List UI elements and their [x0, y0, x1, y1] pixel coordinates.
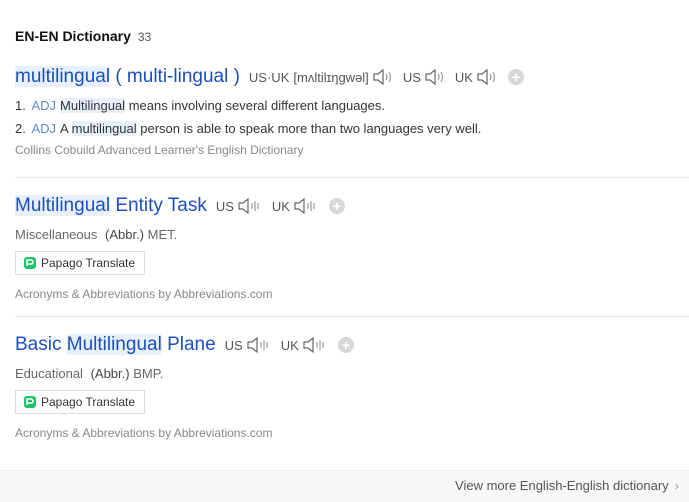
dictionary-entry-multilingual: multilingual ( multi-lingual ) US·UK [mʌ…	[15, 63, 689, 157]
papago-button-row: Papago Translate	[15, 390, 689, 416]
divider	[15, 316, 689, 317]
category-line: Miscellaneous (Abbr.) MET.	[15, 227, 689, 242]
pron-label: US	[215, 198, 234, 214]
papago-label: Papago Translate	[41, 395, 136, 409]
speaker-icon[interactable]	[237, 197, 263, 215]
pron-label: US·UK	[248, 69, 290, 85]
headword-link[interactable]: Basic Multilingual Plane	[15, 334, 216, 356]
add-to-wordbook-icon[interactable]: +	[337, 337, 354, 353]
category-label: Miscellaneous	[15, 227, 98, 242]
add-to-wordbook-icon[interactable]: +	[507, 69, 524, 85]
view-more-link[interactable]: View more English-English dictionary ›	[455, 478, 679, 493]
part-of-speech: ADJ	[31, 121, 57, 136]
dictionary-source: Acronyms & Abbreviations by Abbreviation…	[15, 426, 273, 440]
pron-label: US	[224, 337, 243, 353]
pron-label: US	[402, 69, 421, 85]
entry-header: multilingual ( multi-lingual ) US·UK [mʌ…	[15, 63, 689, 91]
speaker-icon[interactable]	[372, 68, 394, 86]
headword-link[interactable]: Multilingual Entity Task	[15, 195, 207, 217]
section-title: EN-EN Dictionary 33	[15, 28, 151, 44]
pronunciation-us: US	[403, 68, 446, 86]
dictionary-source: Acronyms & Abbreviations by Abbreviation…	[15, 287, 273, 301]
divider	[15, 177, 689, 178]
abbr-value: BMP.	[133, 366, 164, 381]
speaker-icon[interactable]	[424, 68, 446, 86]
abbr-value: MET.	[147, 227, 178, 242]
pron-label: UK	[454, 69, 473, 85]
speaker-icon[interactable]	[293, 197, 319, 215]
add-to-wordbook-icon[interactable]: +	[328, 198, 345, 214]
headword-link[interactable]: multilingual ( multi-lingual )	[15, 66, 240, 88]
chevron-right-icon: ›	[674, 478, 679, 493]
pronunciation-uk: UK	[281, 336, 328, 354]
dictionary-entry-multilingual-entity-task: Multilingual Entity Task US UK + Miscell…	[15, 192, 689, 301]
sense-item: 1. ADJ Multilingual means involving sever…	[15, 98, 385, 113]
speaker-icon[interactable]	[302, 336, 328, 354]
papago-label: Papago Translate	[41, 256, 136, 270]
sense-list: 1. ADJ Multilingual means involving sever…	[15, 94, 689, 140]
papago-icon	[24, 257, 36, 269]
section-title-text: EN-EN Dictionary	[15, 28, 131, 44]
dictionary-entry-basic-multilingual-plane: Basic Multilingual Plane US UK + Educati…	[15, 331, 689, 440]
part-of-speech: ADJ	[31, 98, 57, 113]
result-count: 33	[137, 30, 152, 44]
speaker-icon[interactable]	[476, 68, 498, 86]
entry-header: Basic Multilingual Plane US UK +	[15, 331, 689, 359]
pron-label: UK	[271, 198, 290, 214]
category-label: Educational	[15, 366, 83, 381]
category-line: Educational (Abbr.) BMP.	[15, 366, 689, 381]
papago-translate-button[interactable]: Papago Translate	[15, 251, 146, 275]
papago-icon	[24, 396, 36, 408]
abbr-label: (Abbr.)	[90, 366, 130, 381]
papago-button-row: Papago Translate	[15, 251, 689, 277]
view-more-bar: View more English-English dictionary ›	[0, 470, 689, 502]
pronunciation-us-uk: US·UK [mʌltilɪŋgwəl]	[249, 68, 394, 86]
dictionary-source: Collins Cobuild Advanced Learner's Engli…	[15, 143, 304, 157]
papago-translate-button[interactable]: Papago Translate	[15, 390, 146, 414]
ipa-text: [mʌltilɪŋgwəl]	[293, 69, 369, 85]
pronunciation-us: US	[225, 336, 272, 354]
abbr-label: (Abbr.)	[105, 227, 145, 242]
entry-header: Multilingual Entity Task US UK +	[15, 192, 689, 220]
pronunciation-us: US	[216, 197, 263, 215]
speaker-icon[interactable]	[246, 336, 272, 354]
pron-label: UK	[280, 337, 299, 353]
sense-item: 2. ADJ A multilingual person is able to s…	[15, 121, 482, 136]
pronunciation-uk: UK	[272, 197, 319, 215]
pronunciation-uk: UK	[455, 68, 498, 86]
